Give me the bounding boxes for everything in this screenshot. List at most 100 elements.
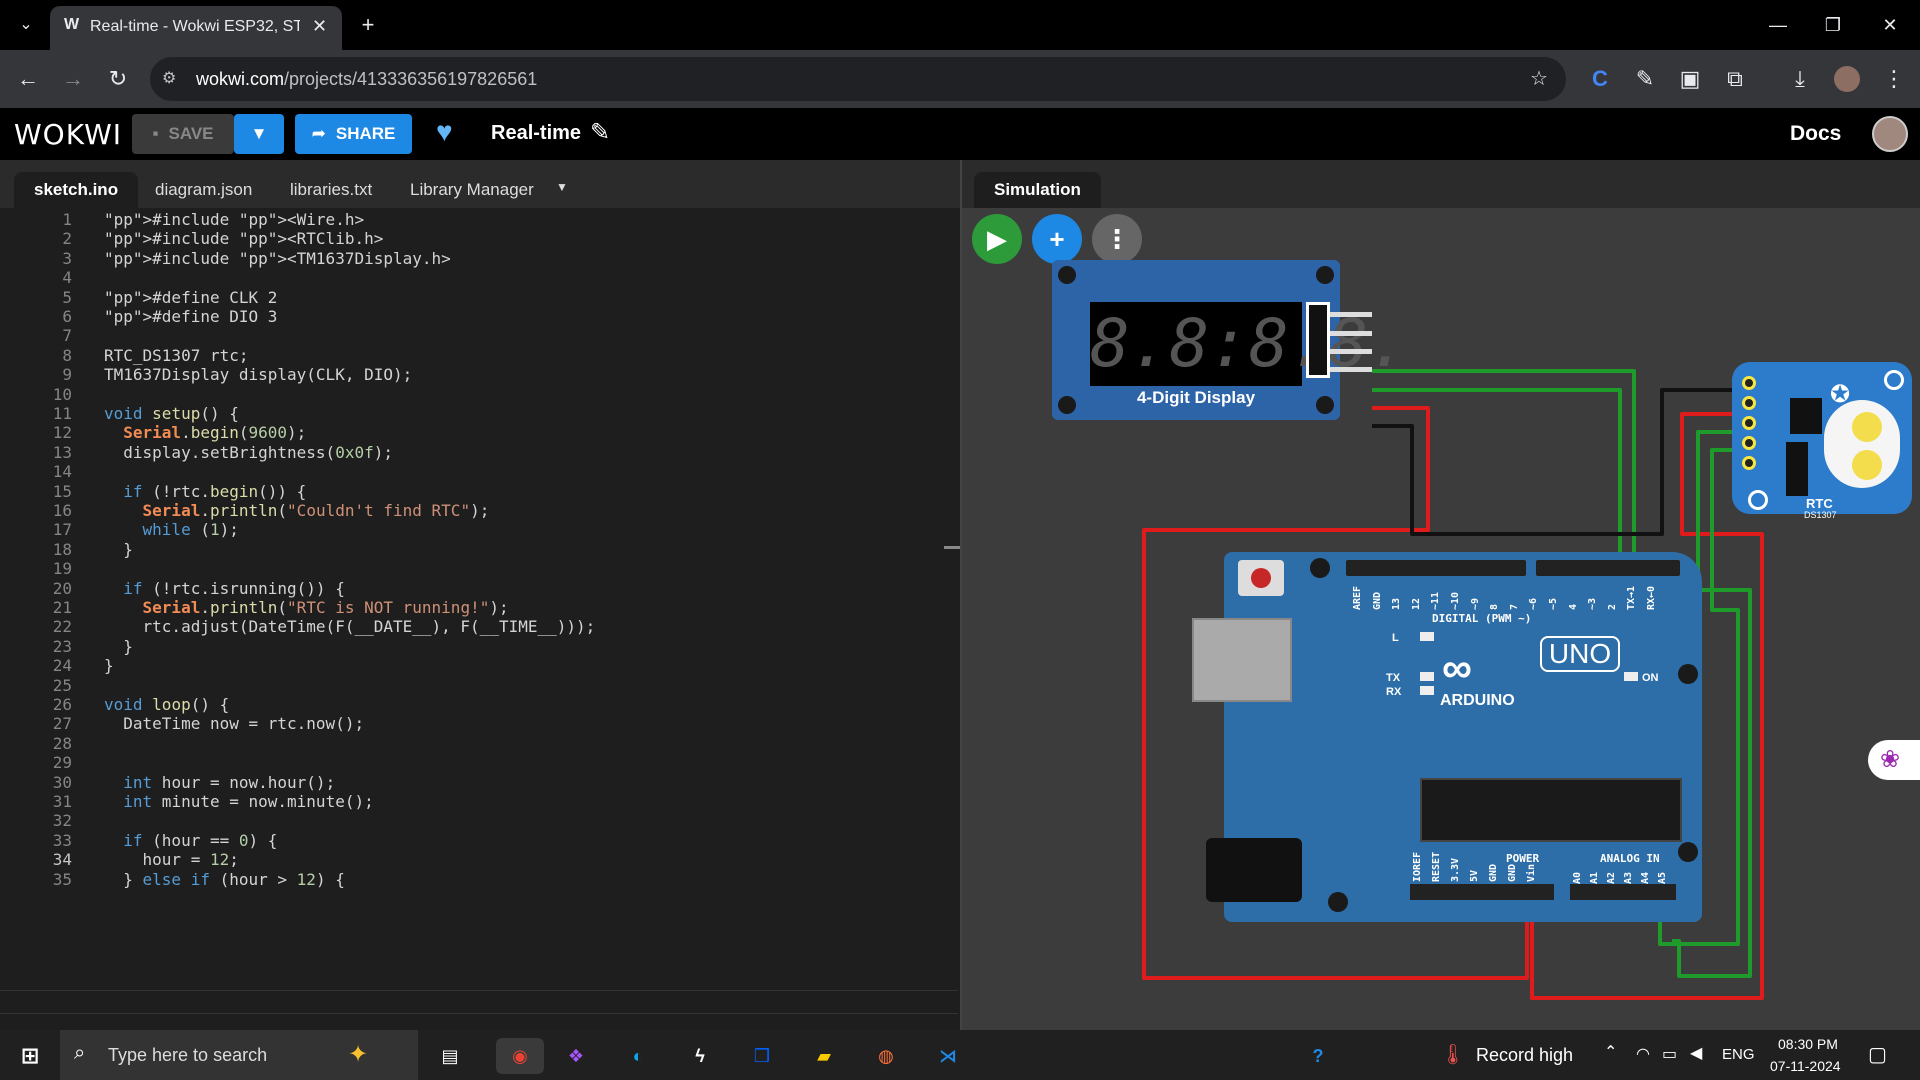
address-bar[interactable]: ⚙ wokwi.com/projects/413336356197826561 … xyxy=(150,57,1566,101)
line-number: 9 xyxy=(62,365,72,385)
bookmark-star-icon[interactable]: ☆ xyxy=(1530,66,1548,91)
edit-pencil-icon[interactable]: ✎ xyxy=(590,118,610,147)
wokwi-logo[interactable]: WOKWI xyxy=(14,118,122,151)
current-line-highlight xyxy=(0,990,958,1014)
reload-icon[interactable]: ↻ xyxy=(100,61,136,97)
back-icon[interactable]: ← xyxy=(10,61,46,97)
tm1637-display-module[interactable]: 8.8:8.8. 4-Digit Display xyxy=(1052,260,1408,420)
rtc-pin-sqw[interactable] xyxy=(1742,456,1756,470)
display-pin-header xyxy=(1306,302,1330,378)
rtc-ds1307-module[interactable]: ✪ RTC DS1307 xyxy=(1732,362,1912,520)
site-info-icon[interactable]: ⚙ xyxy=(162,68,176,88)
simulation-tab-bar: Simulation xyxy=(960,160,1920,208)
notifications-icon[interactable]: ▢ xyxy=(1868,1042,1887,1067)
line-number: 8 xyxy=(62,345,72,365)
forward-icon[interactable]: → xyxy=(55,61,91,97)
reset-button[interactable] xyxy=(1238,560,1284,596)
browser-toolbar: ← → ↻ ⚙ wokwi.com/projects/4133363561978… xyxy=(0,50,1920,108)
docs-link[interactable]: Docs xyxy=(1790,122,1841,146)
tab-simulation[interactable]: Simulation xyxy=(974,172,1101,208)
battery-icon[interactable]: ▭ xyxy=(1662,1044,1677,1064)
dropbox-icon[interactable]: ❒ xyxy=(744,1038,780,1074)
edge-icon[interactable]: ◐ xyxy=(620,1038,656,1074)
line-number: 15 xyxy=(52,481,72,501)
browser-tab[interactable]: W Real-time - Wokwi ESP32, STM32 ✕ xyxy=(50,6,342,50)
pin-vcc[interactable] xyxy=(1330,349,1372,354)
taskbar-search-box[interactable]: ⌕ Type here to search ✦ xyxy=(60,1030,418,1080)
vscode-icon[interactable]: ⋊ xyxy=(930,1038,966,1074)
system-tray-chevron-icon[interactable]: ⌃ xyxy=(1604,1042,1617,1062)
line-number: 3 xyxy=(62,248,72,268)
ai-assistant-brain-icon[interactable]: ❀ xyxy=(1868,740,1920,780)
heart-icon[interactable]: ♥ xyxy=(436,116,453,148)
tab-libraries-txt[interactable]: libraries.txt xyxy=(270,172,392,208)
save-button[interactable]: ▪ SAVE xyxy=(132,114,234,154)
line-number: 5 xyxy=(62,287,72,307)
tab-search-dropdown-icon[interactable]: ⌄ xyxy=(8,7,44,43)
language-indicator[interactable]: ENG xyxy=(1722,1046,1755,1063)
rtc-pin-gnd[interactable] xyxy=(1742,376,1756,390)
line-number: 1 xyxy=(62,210,72,229)
downloads-icon[interactable]: ⤓ xyxy=(1782,61,1818,97)
code-line: while (1); xyxy=(142,520,239,540)
task-view-icon[interactable]: ▤ xyxy=(432,1038,468,1074)
tab-diagram-json[interactable]: diagram.json xyxy=(135,172,272,208)
chrome-menu-icon[interactable]: ⋮ xyxy=(1876,61,1912,97)
rtc-pin-5v[interactable] xyxy=(1742,396,1756,410)
wire-dio[interactable] xyxy=(1372,388,1622,572)
led-label-tx: TX xyxy=(1386,672,1401,684)
tab-sketch-ino[interactable]: sketch.ino xyxy=(14,172,139,208)
pin-gnd[interactable] xyxy=(1330,367,1372,372)
extension-screenshot-icon[interactable]: ▣ xyxy=(1672,61,1708,97)
minimize-icon[interactable]: — xyxy=(1760,7,1796,43)
editor-scrollbar-marker[interactable] xyxy=(944,546,960,549)
weather-text[interactable]: Record high xyxy=(1476,1045,1573,1066)
pin-dio[interactable] xyxy=(1330,331,1372,336)
tab-library-manager[interactable]: Library Manager xyxy=(390,172,554,208)
url-text: wokwi.com/projects/413336356197826561 xyxy=(196,69,537,90)
url-path: /projects/413336356197826561 xyxy=(284,69,538,89)
arduino-uno-board[interactable]: DIGITAL (PWM ~) ∞ UNO ARDUINO L TX RX ON… xyxy=(1192,552,1702,922)
simulation-canvas[interactable]: ▶ + ⋮ 8.8:8.8. 4-Digit Display ✪ RTC DS1… xyxy=(960,208,1920,1030)
save-dropdown-button[interactable]: ▼ xyxy=(234,114,284,154)
pin-label: ~9 xyxy=(1469,597,1481,610)
pin-label: Vin xyxy=(1526,863,1537,882)
line-number: 11 xyxy=(52,404,72,423)
rtc-label: RTC xyxy=(1806,496,1833,511)
pin-clk[interactable] xyxy=(1330,312,1372,317)
code-editor[interactable]: 1 "pp">#include "pp"><Wire.h> 2 "pp">#inclu… xyxy=(0,208,960,1030)
user-avatar[interactable] xyxy=(1872,116,1908,152)
code-line: DateTime now = rtc.now(); xyxy=(104,714,365,734)
help-icon[interactable]: ? xyxy=(1300,1038,1336,1074)
app-bolt-icon[interactable]: ϟ xyxy=(682,1038,718,1074)
profile-avatar[interactable] xyxy=(1834,66,1860,92)
new-tab-icon[interactable]: + xyxy=(350,7,386,43)
pin-label: ~10 xyxy=(1449,591,1461,610)
extension-c-icon[interactable]: C xyxy=(1582,61,1618,97)
extensions-puzzle-icon[interactable]: ⧉ xyxy=(1717,61,1753,97)
chrome-taskbar-icon[interactable]: ◉ xyxy=(496,1038,544,1074)
file-explorer-icon[interactable]: ▰ xyxy=(806,1038,842,1074)
close-window-icon[interactable]: ✕ xyxy=(1872,7,1908,43)
share-button[interactable]: ➦ SHARE xyxy=(295,114,412,154)
close-tab-icon[interactable]: ✕ xyxy=(312,16,327,37)
clock-date[interactable]: 07-11-2024 xyxy=(1770,1058,1841,1074)
rtc-pin-scl[interactable] xyxy=(1742,436,1756,450)
restore-icon[interactable]: ❐ xyxy=(1815,7,1851,43)
atmega328p-chip xyxy=(1420,778,1682,842)
clock-time[interactable]: 08:30 PM xyxy=(1778,1036,1838,1052)
line-number: 33 xyxy=(52,830,72,850)
rtc-pin-sda[interactable] xyxy=(1742,416,1756,430)
extension-pen-icon[interactable]: ✎ xyxy=(1627,61,1663,97)
tabs-dropdown-icon[interactable]: ▼ xyxy=(556,180,568,194)
network-icon[interactable]: ◠ xyxy=(1636,1044,1650,1064)
project-title[interactable]: Real-time xyxy=(491,122,581,145)
windows-start-icon[interactable]: ⊞ xyxy=(12,1038,48,1074)
volume-icon[interactable]: ◀ xyxy=(1690,1043,1702,1063)
line-number: 6 xyxy=(62,307,72,326)
firefox-icon[interactable]: ◍ xyxy=(868,1038,904,1074)
line-number: 4 xyxy=(62,268,72,288)
code-line: void loop() { xyxy=(104,695,230,714)
copilot-icon[interactable]: ❖ xyxy=(558,1038,594,1074)
led-on xyxy=(1624,672,1638,681)
